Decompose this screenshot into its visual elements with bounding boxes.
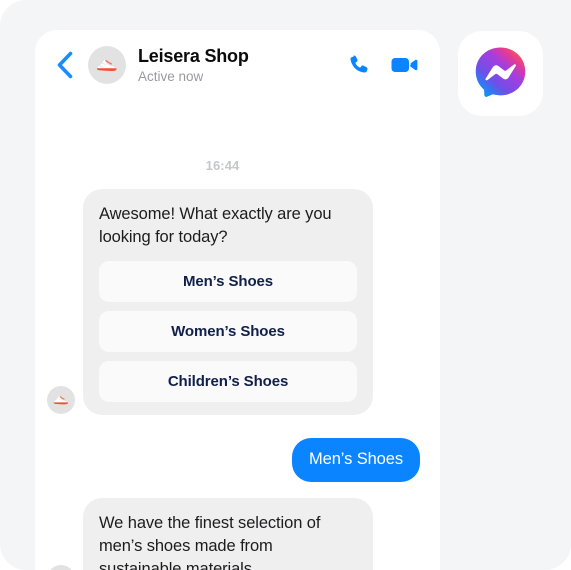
message-list[interactable]: 16:44 Awesome! What exactly are you look… [35, 100, 440, 570]
quick-reply-group: Men’s Shoes Women’s Shoes Children’s Sho… [99, 261, 357, 402]
message-bubble: Awesome! What exactly are you looking fo… [83, 189, 373, 415]
sneaker-avatar-icon [92, 50, 122, 80]
message-bubble: We have the finest selection of men’s sh… [83, 498, 373, 570]
quick-reply-womens-shoes[interactable]: Women’s Shoes [99, 311, 357, 352]
screenshot-root: Leisera Shop Active now 16:44 Awesome! W… [0, 0, 571, 570]
message-row-outgoing: Men’s Shoes [35, 438, 422, 482]
message-avatar [47, 386, 75, 414]
quick-reply-childrens-shoes[interactable]: Children’s Shoes [99, 361, 357, 402]
header-text-block: Leisera Shop Active now [138, 46, 347, 85]
back-button[interactable] [49, 48, 79, 82]
message-text: Awesome! What exactly are you looking fo… [99, 205, 332, 246]
video-camera-icon [391, 55, 418, 75]
chat-card: Leisera Shop Active now 16:44 Awesome! W… [35, 30, 440, 570]
page-title: Leisera Shop [138, 45, 249, 66]
conversation-timestamp: 16:44 [205, 158, 240, 173]
call-button[interactable] [347, 53, 371, 77]
message-bubble-sent: Men’s Shoes [292, 438, 420, 482]
message-row-incoming: We have the finest selection of men’s sh… [35, 498, 422, 570]
sneaker-avatar-icon [50, 389, 72, 411]
video-call-button[interactable] [391, 55, 418, 75]
status-text: Active now [138, 68, 204, 84]
quick-reply-mens-shoes[interactable]: Men’s Shoes [99, 261, 357, 302]
chevron-left-icon [56, 51, 73, 79]
message-avatar [47, 565, 75, 570]
message-text: We have the finest selection of men’s sh… [99, 514, 321, 570]
messenger-app-badge[interactable] [458, 31, 543, 116]
header-actions [347, 53, 418, 77]
messenger-logo-icon [473, 46, 528, 101]
chat-header: Leisera Shop Active now [35, 30, 440, 100]
avatar[interactable] [88, 46, 126, 84]
message-row-incoming: Awesome! What exactly are you looking fo… [35, 189, 422, 415]
phone-icon [347, 53, 371, 77]
